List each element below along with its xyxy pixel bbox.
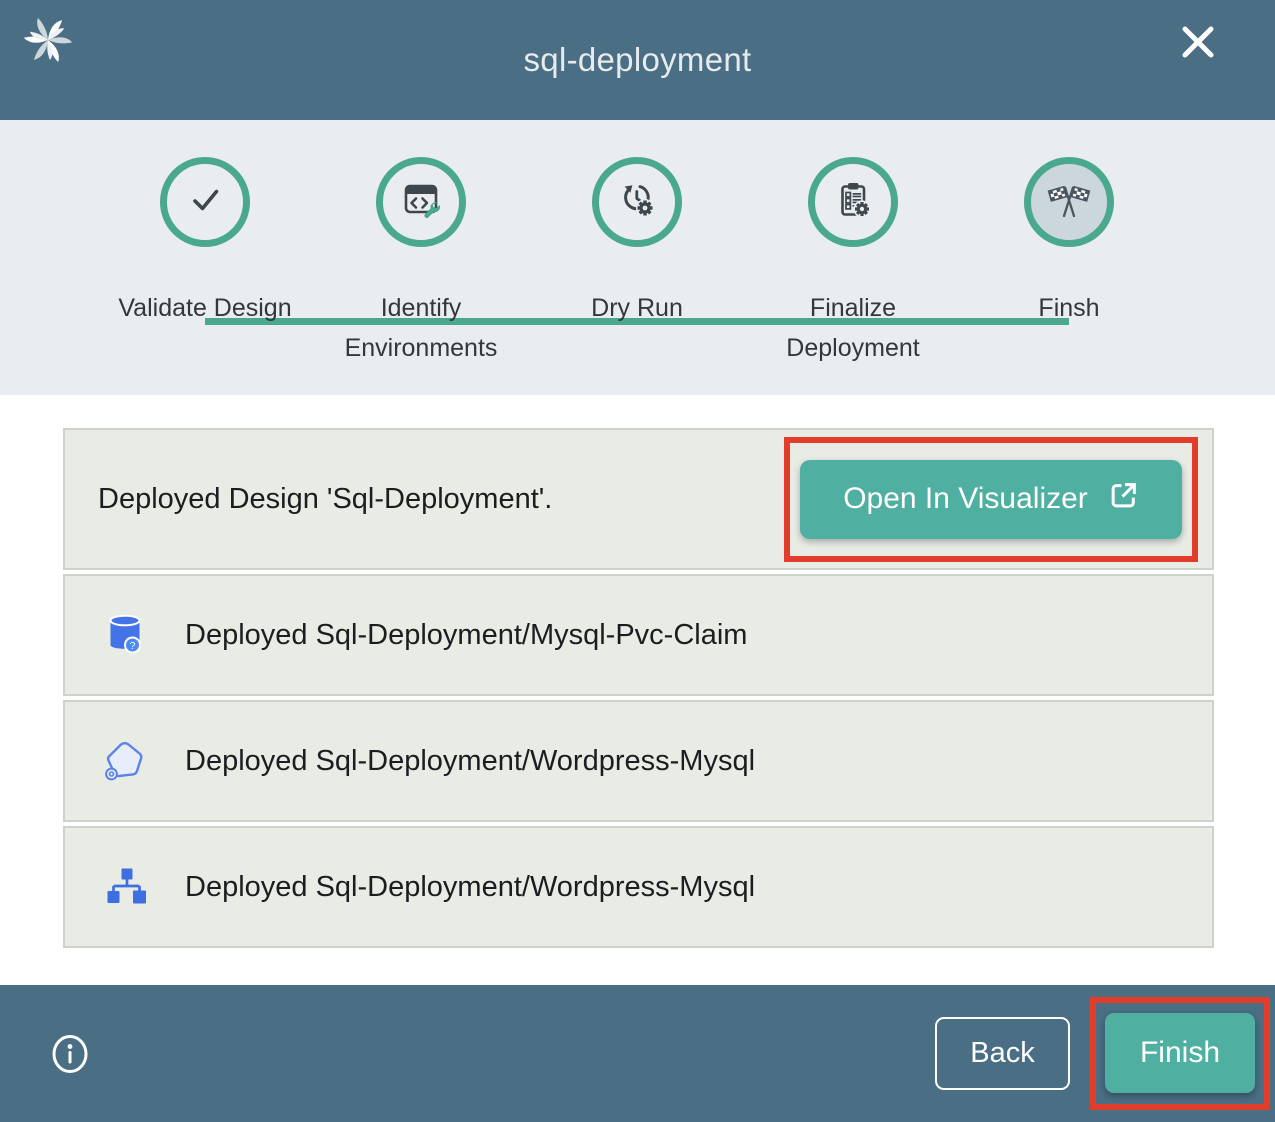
meshery-logo-icon: [24, 16, 72, 64]
finish-button[interactable]: Finish: [1105, 1013, 1255, 1093]
design-status-row: Deployed Design 'Sql-Deployment'. Open I…: [63, 428, 1214, 570]
clipboard-gear-icon: [831, 178, 875, 227]
step-identify-environments: Identify Environments: [313, 120, 529, 368]
open-in-visualizer-button[interactable]: Open In Visualizer: [800, 460, 1182, 539]
annotation-highlight-visualizer: Open In Visualizer: [784, 437, 1198, 562]
modal-footer: Back Finish: [0, 985, 1275, 1122]
step-circle-identify-environments[interactable]: [376, 157, 466, 247]
deployment-row-wordpress-mysql-1: Deployed Sql-Deployment/Wordpress-Mysql: [63, 700, 1214, 822]
step-finalize-deployment: Finalize Deployment: [745, 120, 961, 368]
hierarchy-icon: [101, 863, 149, 911]
deployment-row-text: Deployed Sql-Deployment/Mysql-Pvc-Claim: [185, 619, 747, 652]
step-dry-run: Dry Run: [529, 120, 745, 368]
close-icon[interactable]: [1178, 22, 1218, 62]
step-label: Identify Environments: [334, 289, 509, 368]
annotation-highlight-finish: Finish: [1090, 997, 1270, 1110]
check-icon: [183, 178, 227, 227]
deployment-results: Deployed Design 'Sql-Deployment'. Open I…: [0, 395, 1275, 985]
database-icon: ?: [101, 611, 149, 659]
deployment-row-mysql-pvc-claim: ? Deployed Sql-Deployment/Mysql-Pvc-Clai…: [63, 574, 1214, 696]
deployment-row-text: Deployed Sql-Deployment/Wordpress-Mysql: [185, 745, 755, 778]
open-in-visualizer-label: Open In Visualizer: [843, 482, 1088, 516]
step-circle-dry-run[interactable]: [592, 157, 682, 247]
info-icon[interactable]: [50, 1033, 90, 1075]
design-status-text: Deployed Design 'Sql-Deployment'.: [98, 483, 552, 516]
modal-header: sql-deployment: [0, 0, 1275, 120]
dry-run-icon: [615, 178, 659, 227]
step-label: Finalize Deployment: [766, 289, 941, 368]
step-finish: Finsh: [961, 120, 1177, 368]
code-config-icon: [399, 178, 443, 227]
deployment-stepper: Validate Design Identify Environments: [0, 120, 1275, 395]
step-validate-design: Validate Design: [97, 120, 313, 368]
finish-flags-icon: [1047, 178, 1091, 227]
step-label: Finsh: [1038, 289, 1099, 329]
step-label: Dry Run: [591, 289, 683, 329]
modal-title: sql-deployment: [524, 41, 752, 79]
pentagon-component-icon: [101, 737, 149, 785]
deployment-row-wordpress-mysql-2: Deployed Sql-Deployment/Wordpress-Mysql: [63, 826, 1214, 948]
step-circle-validate-design[interactable]: [160, 157, 250, 247]
step-label: Validate Design: [118, 289, 291, 329]
external-link-icon: [1108, 480, 1139, 519]
svg-text:?: ?: [130, 640, 136, 652]
deployment-row-text: Deployed Sql-Deployment/Wordpress-Mysql: [185, 871, 755, 904]
step-circle-finalize-deployment[interactable]: [808, 157, 898, 247]
back-button[interactable]: Back: [935, 1017, 1070, 1090]
step-circle-finish[interactable]: [1024, 157, 1114, 247]
